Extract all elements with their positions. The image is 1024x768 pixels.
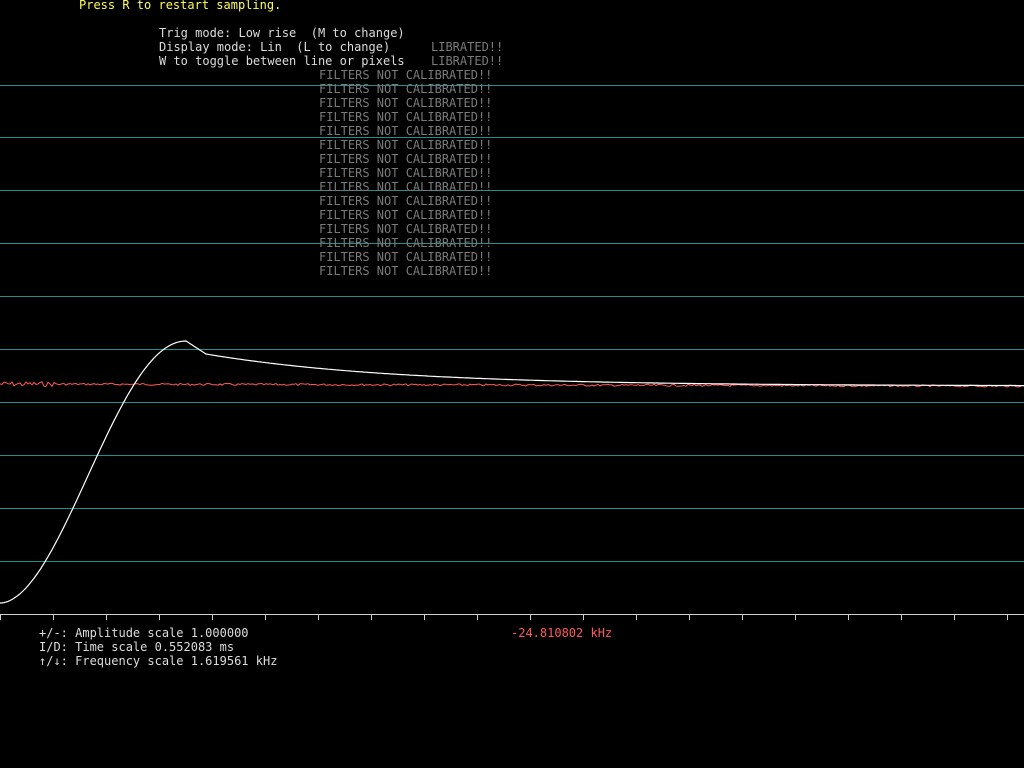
filter-warning-line: FILTERS NOT CALIBRATED!! [319, 96, 493, 110]
filter-warning-line: FILTERS NOT CALIBRATED!! [319, 194, 493, 208]
time-scale-label: I/D: Time scale 0.552083 ms [39, 640, 235, 654]
warning-fragment: LIBRATED!! [431, 40, 504, 54]
filter-warning-line: FILTERS NOT CALIBRATED!! [319, 250, 493, 264]
filter-warning-line: FILTERS NOT CALIBRATED!! [319, 264, 493, 278]
warning-fragment: LIBRATED!! [431, 54, 504, 68]
trig-mode-label: Trig mode: Low rise (M to change) [159, 26, 405, 40]
amplitude-scale-label: +/-: Amplitude scale 1.000000 [39, 626, 249, 640]
filter-warning-line: FILTERS NOT CALIBRATED!! [319, 82, 493, 96]
filter-warning-line: FILTERS NOT CALIBRATED!! [319, 110, 493, 124]
filter-warning-line: FILTERS NOT CALIBRATED!! [319, 236, 493, 250]
filter-warning-line: FILTERS NOT CALIBRATED!! [319, 180, 493, 194]
filter-warning-line: FILTERS NOT CALIBRATED!! [319, 152, 493, 166]
filter-warning-line: FILTERS NOT CALIBRATED!! [319, 68, 493, 82]
filter-warning-line: FILTERS NOT CALIBRATED!! [319, 208, 493, 222]
grid-lines [0, 85, 1024, 562]
time-axis [0, 614, 1024, 620]
frequency-readout: -24.810802 kHz [511, 626, 613, 640]
filter-warning-line: FILTERS NOT CALIBRATED!! [319, 124, 493, 138]
filter-warning-line: FILTERS NOT CALIBRATED!! [319, 222, 493, 236]
filter-warning-line: FILTERS NOT CALIBRATED!! [319, 166, 493, 180]
filter-warning-list: FILTERS NOT CALIBRATED!! FILTERS NOT CALI… [319, 68, 492, 278]
signal-trace [0, 340, 1024, 604]
display-mode-label: Display mode: Lin (L to change) [159, 40, 391, 54]
frequency-scale-label: ↑/↓: Frequency scale 1.619561 kHz [39, 654, 278, 668]
restart-hint: Press R to restart sampling. [79, 0, 282, 12]
filter-warning-line: FILTERS NOT CALIBRATED!! [319, 138, 493, 152]
line-pixel-toggle-hint: W to toggle between line or pixels [159, 54, 405, 68]
